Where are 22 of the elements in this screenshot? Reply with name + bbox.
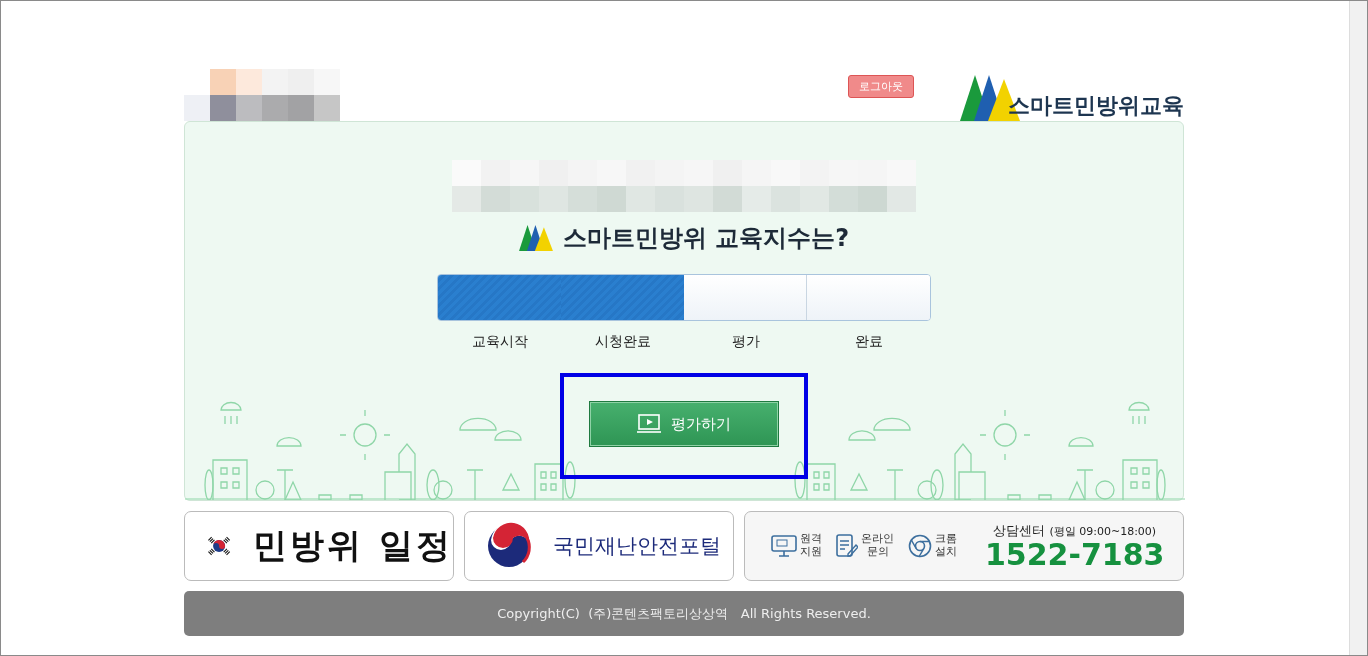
banner-text: 국민재난안전포털 (553, 533, 721, 560)
step-label: 시청완료 (593, 333, 652, 351)
copyright-text: Copyright(C) (주)콘텐츠팩토리상상역 All Rights Reserved. (497, 604, 871, 623)
monitor-icon (771, 534, 797, 558)
step-label: 교육시작 (470, 333, 529, 351)
support-link[interactable]: 온라인 문의 (861, 533, 894, 559)
step-label: 평가 (730, 333, 761, 351)
center-label: 상담센터 (평일 09:00~18:00) (993, 522, 1157, 540)
support-link[interactable]: 원격 지원 (800, 533, 822, 559)
banner-link[interactable]: 민방위 일정 (184, 511, 454, 581)
panel-title: 스마트민방위 교육지수는? (562, 223, 850, 254)
browser-icon (908, 534, 932, 558)
scrollbar[interactable] (1349, 1, 1367, 655)
step-label: 완료 (853, 333, 884, 351)
phone-number: 1522-7183 (985, 540, 1165, 570)
document-pen-icon (836, 534, 858, 558)
title-logo-icon (518, 225, 553, 251)
video-icon (637, 414, 661, 434)
support-link[interactable]: 크롬 설치 (935, 533, 957, 559)
banner-text: 민방위 일정 (253, 524, 453, 567)
banner-link[interactable]: 국민재난안전포털 (464, 511, 734, 581)
emblem-icon (485, 522, 533, 570)
